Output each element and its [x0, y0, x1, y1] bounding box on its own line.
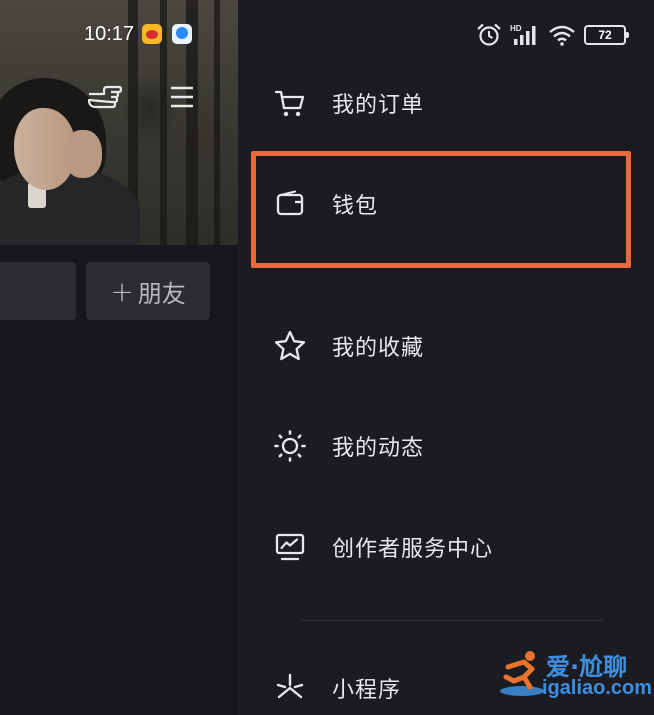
drawer-item-label: 小程序: [332, 678, 402, 703]
edit-profile-button[interactable]: [0, 262, 76, 320]
drawer-item-my-moments[interactable]: 我的动态: [272, 422, 424, 470]
alarm-icon: [477, 23, 501, 46]
drawer-item-label: 我的动态: [332, 436, 425, 461]
drawer-item-my-orders[interactable]: 我的订单: [272, 79, 424, 127]
wallet-highlight-box: [251, 151, 631, 268]
mini-program-icon: [272, 670, 308, 706]
drawer-divider: [300, 620, 604, 621]
wifi-icon: [549, 25, 575, 46]
sun-icon: [272, 428, 308, 464]
status-bar-time: 10:17: [84, 23, 135, 45]
site-watermark: 爱·尬聊 igaliao.com: [494, 645, 654, 705]
star-icon: [272, 328, 308, 364]
watermark-url: igaliao.com: [542, 677, 653, 699]
watermark-logo-icon: [500, 651, 544, 696]
pointing-hand-icon[interactable]: [86, 80, 122, 112]
weibo-notification-icon: [142, 24, 162, 44]
app-notification-icon: [172, 24, 192, 44]
drawer-item-label: 创作者服务中心: [332, 537, 494, 562]
hd-badge: HD: [510, 24, 522, 33]
drawer-item-my-favorites[interactable]: 我的收藏: [272, 322, 424, 370]
screen: 10:17 + 朋友 HD 72 我的订单 钱包 我的收藏 我的动态 创作者服务…: [0, 0, 654, 715]
plus-icon: +: [110, 274, 134, 308]
add-friend-button[interactable]: + 朋友: [86, 262, 210, 320]
drawer-item-label: 我的订单: [332, 93, 425, 118]
add-friend-label: 朋友: [137, 279, 186, 308]
drawer-item-label: 我的收藏: [332, 336, 425, 361]
profile-page-background: 10:17 + 朋友: [0, 0, 238, 715]
battery-indicator: 72: [584, 25, 629, 45]
shopping-cart-icon: [272, 85, 308, 121]
drawer-item-creator-center[interactable]: 创作者服务中心: [272, 523, 493, 571]
signal-icon: HD: [510, 24, 536, 45]
drawer-item-mini-programs[interactable]: 小程序: [272, 664, 401, 712]
status-bar-icons: HD 72: [476, 22, 629, 48]
creator-center-icon: [272, 529, 308, 565]
menu-icon[interactable]: [168, 84, 196, 110]
